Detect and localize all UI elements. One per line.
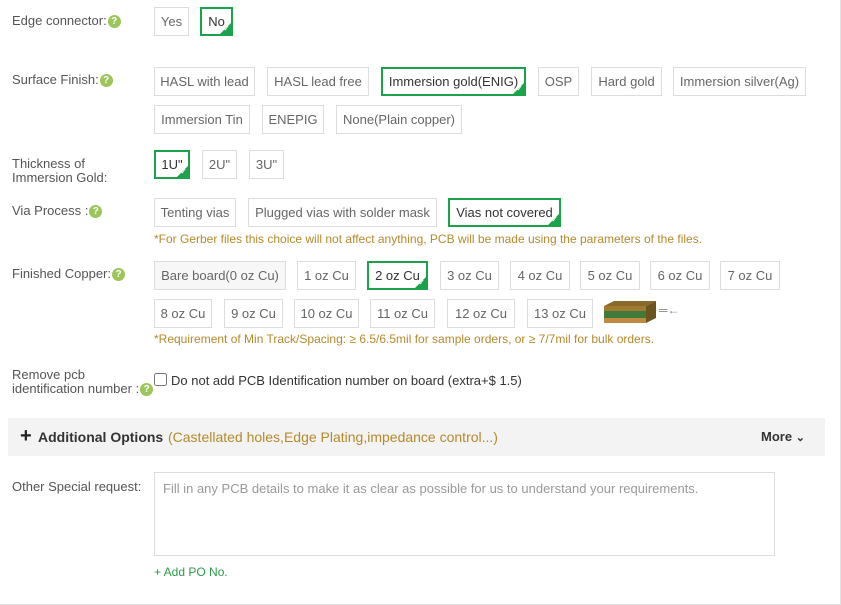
surface-finish-label: Surface Finish:? [12,73,113,88]
check-icon: ✓ [418,278,425,287]
option-copper-11oz[interactable]: 11 oz Cu [370,299,435,328]
special-request-label: Other Special request: [12,479,142,494]
via-process-label: Via Process :? [12,204,103,219]
option-copper-3oz[interactable]: 3 oz Cu [440,261,499,290]
option-vias-not-covered[interactable]: Vias not covered ✓ [448,198,561,227]
help-icon[interactable]: ? [99,74,113,88]
option-osp[interactable]: OSP [538,67,579,96]
remove-id-label: Remove pcb identification number :? [12,368,154,397]
thickness-label: Thickness of Immersion Gold: [12,156,108,185]
add-po-link[interactable]: + Add PO No. [154,565,228,579]
option-copper-7oz[interactable]: 7 oz Cu [720,261,780,290]
additional-options-subtitle: (Castellated holes,Edge Plating,impedanc… [168,429,498,445]
help-icon[interactable]: ? [140,383,154,397]
check-icon: ✓ [223,24,230,33]
option-edge-yes[interactable]: Yes [154,7,189,36]
option-thickness-1u[interactable]: 1U" ✓ [154,150,190,179]
option-hasl-with-lead[interactable]: HASL with lead [154,67,255,96]
option-immersion-gold[interactable]: Immersion gold(ENIG) ✓ [381,67,526,96]
option-immersion-tin[interactable]: Immersion Tin [154,105,250,134]
additional-options-title: Additional Options [38,429,164,445]
chevron-down-icon: ⌄ [795,432,805,444]
option-edge-no[interactable]: No ✓ [200,7,233,36]
option-tenting-vias[interactable]: Tenting vias [154,198,236,227]
special-request-input[interactable] [154,472,775,556]
additional-options-bar[interactable]: + Additional Options (Castellated holes,… [8,418,825,456]
finished-copper-note: *Requirement of Min Track/Spacing: ≥ 6.5… [154,332,655,346]
help-icon[interactable]: ? [112,268,125,282]
option-thickness-3u[interactable]: 3U" [249,150,284,179]
option-copper-1oz[interactable]: 1 oz Cu [297,261,356,290]
plus-icon[interactable]: + [20,426,32,446]
option-enepig[interactable]: ENEPIG [262,105,324,134]
option-copper-13oz[interactable]: 13 oz Cu [527,299,593,328]
option-copper-10oz[interactable]: 10 oz Cu [294,299,359,328]
edge-connector-label: Edge connector:? [12,14,121,29]
check-icon: ✓ [180,167,187,176]
remove-id-checkbox[interactable] [154,373,167,386]
option-copper-8oz[interactable]: 8 oz Cu [154,299,212,328]
option-none-plain-copper[interactable]: None(Plain copper) [336,105,462,134]
option-plugged-vias[interactable]: Plugged vias with solder mask [248,198,437,227]
option-bare-board[interactable]: Bare board(0 oz Cu) [154,261,286,290]
more-button[interactable]: More ⌄ [761,429,805,444]
check-icon: ✓ [516,84,523,93]
option-immersion-silver[interactable]: Immersion silver(Ag) [673,67,806,96]
copper-layer-icon [604,301,656,323]
option-copper-9oz[interactable]: 9 oz Cu [224,299,283,328]
option-copper-5oz[interactable]: 5 oz Cu [580,261,640,290]
check-icon: ✓ [551,215,558,224]
option-copper-2oz[interactable]: 2 oz Cu ✓ [367,261,428,290]
via-process-note: *For Gerber files this choice will not a… [154,232,703,246]
copper-arrow-icon: ═← [659,303,680,317]
help-icon[interactable]: ? [89,205,103,219]
option-hard-gold[interactable]: Hard gold [591,67,662,96]
finished-copper-label: Finished Copper:? [12,267,125,282]
option-hasl-lead-free[interactable]: HASL lead free [267,67,369,96]
option-thickness-2u[interactable]: 2U" [202,150,237,179]
option-copper-12oz[interactable]: 12 oz Cu [447,299,515,328]
help-icon[interactable]: ? [107,15,121,29]
option-copper-6oz[interactable]: 6 oz Cu [650,261,710,290]
option-copper-4oz[interactable]: 4 oz Cu [510,261,570,290]
remove-id-checkbox-label[interactable]: Do not add PCB Identification number on … [171,373,522,388]
